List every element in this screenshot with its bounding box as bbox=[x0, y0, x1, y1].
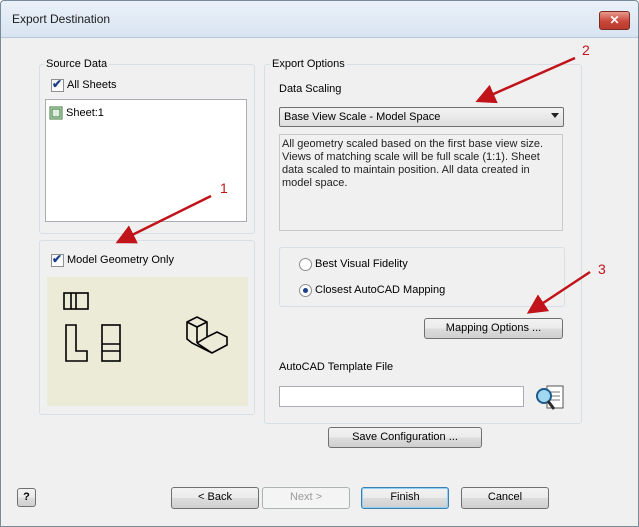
data-scaling-label: Data Scaling bbox=[279, 83, 342, 95]
window-title: Export Destination bbox=[12, 12, 111, 26]
data-scaling-value: Base View Scale - Model Space bbox=[284, 111, 441, 123]
close-icon: ✕ bbox=[609, 13, 620, 27]
model-geometry-checkbox[interactable]: ✔ bbox=[51, 252, 64, 267]
closest-autocad-mapping-radio[interactable] bbox=[299, 284, 312, 297]
sheet-label: Sheet:1 bbox=[66, 107, 104, 119]
export-options-label: Export Options bbox=[270, 58, 347, 70]
sheet-icon bbox=[49, 106, 63, 120]
browse-button[interactable] bbox=[533, 384, 567, 412]
save-configuration-button[interactable]: Save Configuration ... bbox=[328, 427, 482, 448]
geometry-preview-drawing bbox=[63, 292, 228, 362]
mapping-group bbox=[279, 247, 565, 307]
sheets-list[interactable]: Sheet:1 bbox=[45, 99, 247, 222]
best-visual-fidelity-label[interactable]: Best Visual Fidelity bbox=[315, 258, 408, 270]
all-sheets-label[interactable]: All Sheets bbox=[67, 79, 117, 91]
scaling-description: All geometry scaled based on the first b… bbox=[279, 134, 563, 231]
template-file-label: AutoCAD Template File bbox=[279, 361, 394, 373]
annotation-label-1: 1 bbox=[220, 180, 228, 196]
next-button[interactable]: Next > bbox=[262, 487, 350, 509]
best-visual-fidelity-radio[interactable] bbox=[299, 258, 312, 271]
annotation-label-2: 2 bbox=[582, 42, 590, 58]
all-sheets-checkbox[interactable]: ✔ bbox=[51, 77, 64, 92]
checkmark-icon: ✔ bbox=[52, 252, 63, 266]
back-button[interactable]: < Back bbox=[171, 487, 259, 509]
chevron-down-icon bbox=[551, 113, 559, 118]
close-button[interactable]: ✕ bbox=[599, 11, 630, 30]
finish-button[interactable]: Finish bbox=[361, 487, 449, 509]
mapping-options-button[interactable]: Mapping Options ... bbox=[424, 318, 563, 339]
closest-autocad-mapping-label[interactable]: Closest AutoCAD Mapping bbox=[315, 284, 445, 296]
template-file-input[interactable] bbox=[279, 386, 524, 407]
title-bar[interactable]: Export Destination ✕ bbox=[1, 1, 638, 38]
browse-search-icon bbox=[536, 385, 564, 410]
geometry-preview bbox=[47, 277, 248, 406]
checkmark-icon: ✔ bbox=[52, 77, 63, 91]
model-geometry-label[interactable]: Model Geometry Only bbox=[67, 254, 174, 266]
cancel-button[interactable]: Cancel bbox=[461, 487, 549, 509]
source-data-label: Source Data bbox=[44, 58, 110, 70]
help-button[interactable]: ? bbox=[17, 488, 36, 507]
data-scaling-select[interactable]: Base View Scale - Model Space bbox=[279, 107, 564, 127]
help-icon: ? bbox=[23, 491, 30, 503]
annotation-label-3: 3 bbox=[598, 261, 606, 277]
